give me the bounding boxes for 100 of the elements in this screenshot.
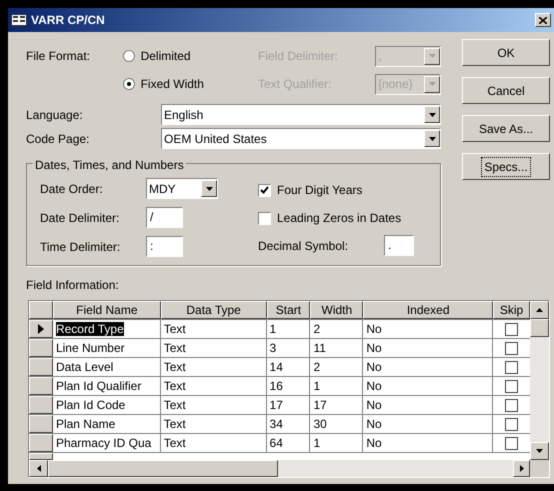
- dialog-button[interactable]: Cancel: [462, 77, 550, 104]
- decimal-symbol-field[interactable]: .: [384, 235, 414, 256]
- table-cell: 1: [313, 379, 320, 393]
- scroll-left-button[interactable]: [29, 460, 48, 477]
- dropdown-button[interactable]: [424, 48, 440, 64]
- scroll-down-button[interactable]: [530, 442, 549, 460]
- checkbox-label: Leading Zeros in Dates: [277, 210, 402, 227]
- column-header[interactable]: Start: [266, 301, 310, 319]
- row-selector[interactable]: [29, 320, 53, 338]
- table-cell: Text: [164, 436, 186, 450]
- dropdown-button[interactable]: [424, 130, 440, 147]
- code-page-combo[interactable]: OEM United States: [161, 128, 441, 149]
- table-cell: 16: [270, 379, 283, 393]
- table-cell: No: [366, 379, 382, 393]
- row-header-corner: [29, 301, 53, 319]
- column-header[interactable]: Skip: [493, 301, 530, 319]
- table-cell: 2: [313, 360, 320, 374]
- table-cell: No: [366, 436, 382, 450]
- table-cell: Plan Id Code: [56, 398, 126, 412]
- scroll-right-button[interactable]: [513, 460, 530, 477]
- caret-icon: [428, 82, 436, 86]
- skip-checkbox[interactable]: [505, 398, 518, 412]
- arrow-up-icon: [536, 308, 543, 312]
- column-header[interactable]: Field Name: [52, 301, 161, 319]
- field-label: Time Delimiter:: [40, 238, 122, 256]
- radio-label: Delimited: [140, 48, 191, 65]
- skip-checkbox[interactable]: [505, 342, 518, 354]
- table-cell: Text: [164, 360, 186, 374]
- file-format-label: File Format:: [26, 48, 92, 65]
- table-cell: Record Type: [56, 322, 124, 336]
- window-title: VARR CP/CN: [31, 12, 106, 29]
- table-cell: 11: [313, 341, 326, 355]
- caret-icon: [536, 449, 543, 453]
- field-label: Code Page:: [26, 130, 90, 148]
- radio-button[interactable]: [122, 50, 135, 62]
- dialog-button[interactable]: Specs...: [462, 153, 550, 180]
- field-label: Decimal Symbol:: [258, 238, 350, 254]
- checkmark-icon: [260, 186, 269, 194]
- skip-checkbox[interactable]: [505, 360, 518, 374]
- table-cell: No: [366, 398, 382, 412]
- close-icon: [539, 16, 547, 24]
- table-cell: 17: [270, 398, 283, 412]
- table-cell: No: [366, 322, 382, 336]
- table-cell: 3: [270, 341, 276, 355]
- arrow-left-icon: [36, 465, 40, 472]
- table-cell: No: [366, 360, 382, 374]
- checkbox[interactable]: [258, 184, 271, 196]
- table-cell: 1: [270, 322, 276, 336]
- radio-button[interactable]: [122, 78, 135, 90]
- close-button[interactable]: [535, 13, 551, 27]
- column-header[interactable]: Width: [310, 301, 364, 319]
- scroll-up-button[interactable]: [530, 301, 549, 319]
- checkbox-label: Four Digit Years: [277, 182, 362, 199]
- table-cell: No: [366, 417, 382, 431]
- dropdown-button[interactable]: [424, 76, 440, 92]
- skip-checkbox[interactable]: [505, 322, 518, 336]
- caret-icon: [428, 112, 436, 116]
- vertical-scrollbar[interactable]: [530, 301, 549, 460]
- date-order-combo[interactable]: MDY: [146, 178, 218, 199]
- column-header[interactable]: Indexed: [363, 301, 494, 319]
- row-selector[interactable]: [29, 377, 53, 395]
- field-label: Language:: [26, 106, 84, 124]
- table-cell: 2: [313, 322, 320, 336]
- dropdown-button[interactable]: [424, 106, 440, 123]
- row-selector[interactable]: [29, 453, 53, 460]
- scroll-thumb[interactable]: [48, 460, 278, 477]
- table-cell: 1: [313, 436, 320, 450]
- horizontal-scrollbar[interactable]: [29, 460, 530, 477]
- row-selector[interactable]: [29, 358, 53, 376]
- skip-checkbox[interactable]: [505, 418, 518, 430]
- date-delimiter-field[interactable]: /: [146, 207, 183, 228]
- window-icon: [11, 14, 27, 26]
- row-selector[interactable]: [29, 339, 53, 357]
- table-cell: Plan Id Qualifier: [56, 379, 142, 393]
- table-cell: 17: [313, 398, 327, 412]
- row-selector[interactable]: [29, 434, 53, 452]
- field-label: Date Delimiter:: [40, 210, 120, 226]
- dropdown-button[interactable]: [201, 180, 217, 197]
- checkbox[interactable]: [258, 212, 271, 224]
- table-cell: Text: [164, 341, 186, 355]
- caret-icon: [428, 54, 436, 58]
- dialog-button[interactable]: Save As...: [462, 115, 550, 142]
- caret-icon: [428, 136, 436, 140]
- language-combo[interactable]: English: [161, 104, 441, 125]
- table-cell: 64: [270, 436, 283, 450]
- table-cell: Text: [164, 322, 186, 336]
- table-cell: Text: [164, 417, 186, 431]
- table-cell: Plan Name: [56, 417, 116, 431]
- current-row-icon: [38, 324, 44, 334]
- dialog-button[interactable]: OK: [462, 39, 550, 66]
- skip-checkbox[interactable]: [505, 380, 518, 392]
- time-delimiter-field[interactable]: :: [146, 236, 183, 257]
- row-selector[interactable]: [29, 415, 53, 433]
- caret-icon: [206, 186, 212, 190]
- column-header[interactable]: Data Type: [160, 301, 267, 319]
- radio-label: Fixed Width: [140, 76, 204, 93]
- table-cell: Pharmacy ID Qua: [56, 436, 152, 450]
- skip-checkbox[interactable]: [505, 436, 518, 450]
- scroll-thumb[interactable]: [530, 319, 549, 337]
- row-selector[interactable]: [29, 396, 53, 414]
